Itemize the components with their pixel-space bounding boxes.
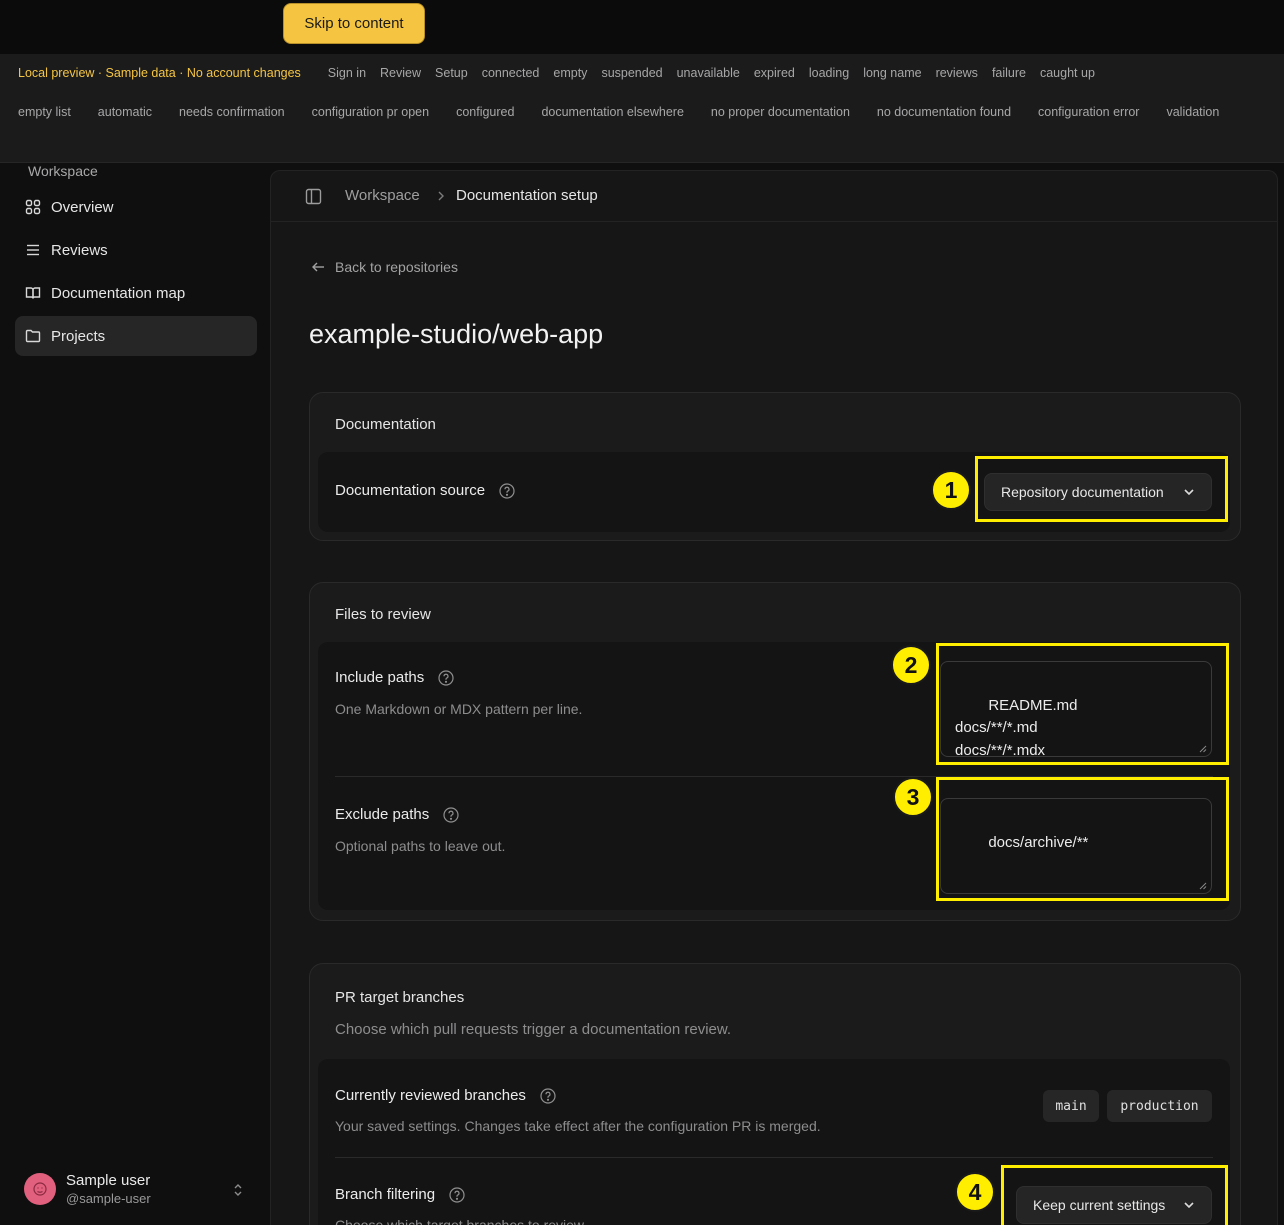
- nav-link[interactable]: no proper documentation: [711, 105, 850, 119]
- nav-link[interactable]: automatic: [98, 105, 152, 119]
- user-menu[interactable]: Sample user @sample-user: [24, 1169, 254, 1209]
- back-to-repositories-link[interactable]: Back to repositories: [311, 259, 458, 275]
- highlight-box: [1001, 1165, 1228, 1225]
- nav-link[interactable]: needs confirmation: [179, 105, 285, 119]
- nav-link[interactable]: documentation elsewhere: [541, 105, 683, 119]
- sidebar-heading: Workspace: [28, 163, 98, 179]
- nav-link[interactable]: empty list: [18, 105, 71, 119]
- annotation-number: 2: [891, 645, 931, 685]
- preview-banner: Local preview · Sample data · No account…: [18, 66, 301, 80]
- help-icon[interactable]: [540, 1087, 556, 1104]
- chevron-right-icon: [438, 191, 444, 201]
- sidebar-item-overview[interactable]: Overview: [15, 187, 257, 227]
- back-link-label: Back to repositories: [335, 259, 458, 275]
- sidebar-item-projects[interactable]: Projects: [15, 316, 257, 356]
- documentation-source-label: Documentation source: [335, 482, 515, 499]
- branch-filtering-label: Branch filtering: [335, 1186, 465, 1203]
- help-icon[interactable]: [438, 669, 454, 686]
- highlight-box: [936, 777, 1229, 901]
- sidebar-item-label: Documentation map: [51, 284, 186, 302]
- annotation-number: 3: [893, 777, 933, 817]
- nav-link[interactable]: configured: [456, 105, 514, 119]
- nav-link[interactable]: failure: [992, 66, 1026, 80]
- breadcrumb-workspace[interactable]: Workspace: [345, 187, 420, 204]
- card-title: Documentation: [335, 416, 436, 433]
- avatar: [24, 1173, 56, 1205]
- card-title: Files to review: [335, 606, 431, 623]
- exclude-paths-label: Exclude paths: [335, 806, 459, 823]
- nav-link[interactable]: configuration error: [1038, 105, 1139, 119]
- highlight-box: [975, 456, 1228, 522]
- nav-link[interactable]: Sign in: [328, 66, 366, 80]
- field-label: Currently reviewed branches: [335, 1087, 526, 1104]
- breadcrumb: Workspace Documentation setup: [271, 171, 1277, 222]
- branch-tag: production: [1107, 1090, 1212, 1122]
- page-title: example-studio/web-app: [309, 319, 604, 349]
- help-icon[interactable]: [499, 482, 515, 499]
- book-icon: [25, 287, 41, 299]
- currently-reviewed-branches-description: Your saved settings. Changes take effect…: [335, 1118, 821, 1134]
- field-label: Exclude paths: [335, 806, 430, 823]
- user-handle: @sample-user: [66, 1191, 151, 1206]
- nav-link[interactable]: loading: [809, 66, 849, 80]
- skip-bar: Skip to content: [0, 0, 1284, 54]
- nav-link[interactable]: suspended: [601, 66, 662, 80]
- preview-nav-row-1: Local preview · Sample data · No account…: [18, 66, 1109, 80]
- folder-icon: [25, 329, 41, 343]
- include-paths-description: One Markdown or MDX pattern per line.: [335, 701, 583, 717]
- sidebar-item-label: Overview: [51, 198, 114, 216]
- nav-link[interactable]: no documentation found: [877, 105, 1011, 119]
- sidebar-toggle-icon[interactable]: [305, 188, 322, 205]
- arrow-left-icon: [312, 262, 324, 272]
- breadcrumb-current: Documentation setup: [456, 187, 598, 204]
- nav-link[interactable]: configuration pr open: [312, 105, 429, 119]
- exclude-paths-description: Optional paths to leave out.: [335, 838, 506, 854]
- field-label: Include paths: [335, 669, 425, 686]
- help-icon[interactable]: [449, 1186, 465, 1203]
- nav-link[interactable]: connected: [482, 66, 540, 80]
- highlight-box: [936, 643, 1229, 765]
- user-name: Sample user: [66, 1172, 151, 1189]
- grid-icon: [25, 199, 41, 215]
- preview-nav-row-2: empty list automatic needs confirmation …: [18, 105, 1268, 119]
- annotation-number: 1: [931, 470, 971, 510]
- chevron-up-down-icon: [234, 1184, 242, 1196]
- nav-link[interactable]: Review: [380, 66, 421, 80]
- card-description: Choose which pull requests trigger a doc…: [335, 1021, 732, 1038]
- nav-link[interactable]: unavailable: [677, 66, 740, 80]
- list-icon: [27, 244, 39, 256]
- annotation-number: 4: [955, 1172, 995, 1212]
- sidebar-item-label: Projects: [51, 327, 106, 345]
- currently-reviewed-branches-label: Currently reviewed branches: [335, 1087, 556, 1104]
- skip-to-content-button[interactable]: Skip to content: [283, 3, 425, 44]
- branch-filtering-description: Choose which target branches to review.: [335, 1217, 588, 1225]
- nav-link[interactable]: empty: [553, 66, 587, 80]
- nav-link[interactable]: caught up: [1040, 66, 1095, 80]
- nav-link[interactable]: validation: [1166, 105, 1219, 119]
- preview-nav: Local preview · Sample data · No account…: [0, 54, 1284, 163]
- sidebar-item-documentation-map[interactable]: Documentation map: [15, 273, 257, 313]
- help-icon[interactable]: [443, 806, 459, 823]
- nav-link[interactable]: expired: [754, 66, 795, 80]
- field-label: Branch filtering: [335, 1186, 436, 1203]
- branch-tag: main: [1043, 1090, 1099, 1122]
- card-title: PR target branches: [335, 989, 465, 1006]
- sidebar: Workspace Overview Reviews Documentation…: [0, 163, 270, 1225]
- divider: [335, 1157, 1213, 1158]
- sidebar-item-label: Reviews: [51, 241, 108, 259]
- sidebar-item-reviews[interactable]: Reviews: [15, 230, 257, 270]
- nav-link[interactable]: long name: [863, 66, 921, 80]
- field-label: Documentation source: [335, 482, 486, 499]
- include-paths-label: Include paths: [335, 669, 454, 686]
- nav-link[interactable]: Setup: [435, 66, 468, 80]
- nav-link[interactable]: reviews: [936, 66, 978, 80]
